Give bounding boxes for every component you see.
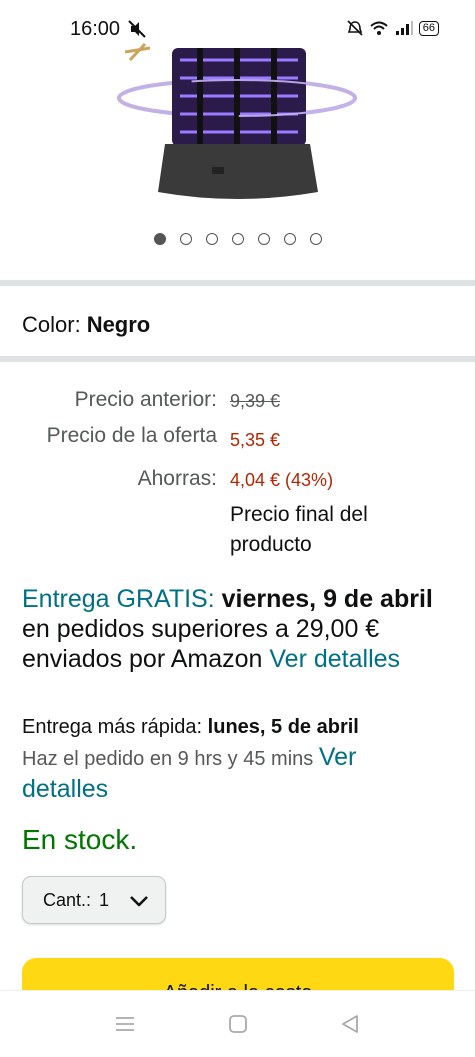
previous-price-value: 9,39 €	[230, 391, 281, 411]
product-image[interactable]	[0, 40, 475, 220]
carousel-dot[interactable]	[153, 233, 166, 245]
signal-icon	[395, 21, 413, 35]
savings-value: 4,04 € (43%)	[230, 470, 334, 490]
fast-delivery-label: Entrega más rápida:	[22, 716, 203, 738]
divider	[0, 356, 475, 362]
alarm-off-icon	[347, 20, 363, 36]
divider	[0, 280, 475, 286]
savings-label: Ahorras:	[137, 467, 217, 490]
carousel-indicator[interactable]	[0, 233, 475, 245]
carousel-dot[interactable]	[283, 233, 296, 245]
delivery-info: Entrega GRATIS: viernes, 9 de abril en p…	[22, 584, 442, 674]
quantity-value: 1	[99, 889, 110, 910]
wifi-icon	[370, 21, 388, 35]
home-icon[interactable]	[227, 1013, 249, 1035]
color-variation[interactable]: Color: Negro	[22, 312, 150, 338]
quantity-select[interactable]: Cant.: 1	[22, 876, 166, 924]
recent-apps-icon[interactable]	[114, 1013, 136, 1035]
carousel-dot[interactable]	[309, 233, 322, 245]
order-countdown: Haz el pedido en 9 hrs y 45 mins	[22, 748, 314, 770]
previous-price-label: Precio anterior:	[74, 388, 217, 411]
delivery-details-link[interactable]: Ver detalles	[269, 645, 400, 673]
mute-icon	[128, 20, 146, 38]
deal-price-label: Precio de la oferta	[46, 424, 217, 447]
deal-price-value: 5,35 €	[230, 430, 281, 450]
color-label: Color:	[22, 312, 81, 337]
status-icons: 66	[347, 20, 439, 36]
carousel-dot[interactable]	[231, 233, 244, 245]
delivery-date: viernes, 9 de abril	[221, 585, 433, 613]
fast-delivery-info: Entrega más rápida: lunes, 5 de abril Ha…	[22, 712, 442, 806]
battery-icon: 66	[418, 20, 439, 36]
stock-status: En stock.	[22, 824, 138, 855]
back-icon[interactable]	[339, 1013, 361, 1035]
color-value: Negro	[86, 312, 151, 337]
carousel-dot[interactable]	[257, 233, 270, 245]
carousel-dot[interactable]	[205, 233, 218, 245]
fast-delivery-date: lunes, 5 de abril	[207, 716, 359, 738]
quantity-label: Cant.:	[43, 889, 92, 910]
final-price-note: Precio final del producto	[230, 503, 368, 556]
chevron-down-icon	[130, 896, 148, 907]
system-navigation-bar	[0, 990, 475, 1057]
free-delivery-label: Entrega GRATIS:	[22, 585, 215, 613]
status-time: 16:00	[70, 18, 121, 40]
carousel-dot[interactable]	[179, 233, 192, 245]
